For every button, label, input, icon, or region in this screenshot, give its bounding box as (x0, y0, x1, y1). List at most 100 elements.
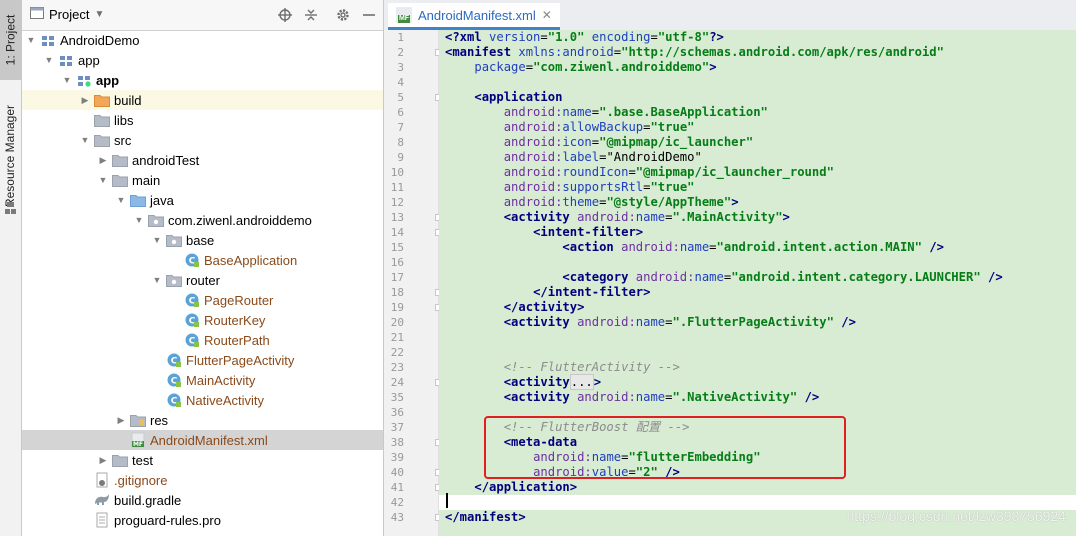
code-token: <application (474, 90, 563, 104)
tree-item[interactable]: ▼ app (22, 50, 383, 70)
tree-item-label: AndroidDemo (60, 32, 140, 48)
code-line: <manifest xmlns:android="http://schemas.… (445, 45, 944, 60)
project-view-selector[interactable]: Project ▼ (30, 7, 104, 22)
tree-item[interactable]: build.gradle (22, 490, 383, 510)
tree-item[interactable]: ▼ router (22, 270, 383, 290)
tree-item[interactable]: C RouterPath (22, 330, 383, 350)
code-line: android:theme="@style/AppTheme"> (445, 195, 739, 210)
code-token: name (694, 270, 724, 284)
code-token: value (591, 465, 629, 479)
chevron-down-icon[interactable]: ▼ (98, 175, 108, 185)
tree-item[interactable]: ▼ main (22, 170, 383, 190)
tab-android-manifest[interactable]: MF AndroidManifest.xml ✕ (388, 3, 560, 30)
tree-item[interactable]: .gitignore (22, 470, 383, 490)
code-view[interactable]: <?xml version="1.0" encoding="utf-8"?> <m… (439, 30, 1076, 536)
code-line: android:allowBackup="true" (445, 120, 695, 135)
tree-item[interactable]: C PageRouter (22, 290, 383, 310)
tree-item[interactable]: ▼ java (22, 190, 383, 210)
gear-icon[interactable] (334, 6, 352, 24)
code-token: /> (804, 390, 820, 404)
tree-item[interactable]: C BaseApplication (22, 250, 383, 270)
chevron-right-icon[interactable]: ▶ (80, 95, 90, 105)
hide-icon[interactable] (360, 6, 378, 24)
package-icon (166, 272, 182, 288)
code-token: "flutterEmbedding" (628, 450, 761, 464)
tree-item[interactable]: ▼ com.ziwenl.androiddemo (22, 210, 383, 230)
tree-item-label: res (150, 412, 169, 428)
code-line: android:value="2" /> (445, 465, 680, 480)
line-number-gutter: 1 2 3 4 5 6 7 8 9 10 11 12 13 14 15 16 17 18 19 20 21 22 23 24 3… (384, 30, 442, 536)
code-token: <activity (503, 390, 578, 404)
chevron-right-icon[interactable]: ▶ (116, 415, 126, 425)
tree-item[interactable]: C NativeActivity (22, 390, 383, 410)
chevron-down-icon[interactable]: ▼ (80, 135, 90, 145)
tree-item[interactable]: ▼ AndroidDemo (22, 30, 383, 50)
code-token: /> (929, 240, 944, 254)
package-icon (166, 232, 182, 248)
line-number: 8 (397, 136, 404, 149)
code-token: supportsRtl (562, 180, 644, 194)
chevron-down-icon[interactable]: ▼ (26, 35, 36, 45)
line-number: 40 (390, 466, 404, 479)
crosshair-icon[interactable] (276, 6, 294, 24)
tree-item[interactable]: ▼ base (22, 230, 383, 250)
tree-item-label: PageRouter (204, 292, 274, 308)
tree-item[interactable]: ▼ src (22, 130, 383, 150)
code-token: "@mipmap/ic_launcher" (599, 135, 754, 149)
module-icon (58, 52, 74, 68)
code-token: <!-- FlutterActivity --> (503, 360, 680, 374)
code-token: </intent-filter> (533, 285, 651, 299)
chevron-down-icon[interactable]: ▼ (152, 235, 162, 245)
code-token: > (782, 210, 790, 224)
code-token: ".MainActivity" (672, 210, 783, 224)
code-token: <category (562, 270, 636, 284)
folder-icon (112, 152, 128, 168)
code-line: <category android:name="android.intent.c… (445, 270, 1002, 285)
project-view-title: Project (49, 7, 90, 22)
tree-item[interactable]: libs (22, 110, 383, 130)
chevron-down-icon[interactable]: ▼ (116, 195, 126, 205)
folded-placeholder[interactable]: ... (569, 374, 594, 390)
tree-item[interactable]: C RouterKey (22, 310, 383, 330)
code-token: <meta-data (503, 435, 578, 449)
code-token: name (635, 210, 666, 224)
line-number: 22 (390, 346, 404, 359)
tree-item[interactable]: ▼ app (22, 70, 383, 90)
chevron-right-icon[interactable]: ▶ (98, 155, 108, 165)
tree-item[interactable]: C MainActivity (22, 370, 383, 390)
line-number: 14 (390, 226, 404, 239)
code-line: <activity...> (445, 374, 601, 390)
line-number: 4 (397, 76, 404, 89)
code-token: ".FlutterPageActivity" (672, 315, 834, 329)
chevron-down-icon[interactable]: ▼ (62, 75, 72, 85)
tree-item-label: app (78, 52, 100, 68)
tree-item[interactable]: ▶ test (22, 450, 383, 470)
tree-item[interactable]: ▶ res (22, 410, 383, 430)
tree-item[interactable]: proguard-rules.pro (22, 510, 383, 530)
tree-item[interactable]: ▶ build (22, 90, 383, 110)
tool-tab-project[interactable]: 1: Project (0, 0, 21, 80)
code-token: encoding (591, 30, 651, 44)
tree-item[interactable]: C FlutterPageActivity (22, 350, 383, 370)
close-icon[interactable]: ✕ (542, 8, 552, 22)
code-line: <application (445, 90, 562, 105)
tree-item[interactable]: MF AndroidManifest.xml (22, 430, 383, 450)
code-token: = (613, 45, 622, 59)
code-token: "android.intent.category.LAUNCHER" (731, 270, 981, 284)
chevron-right-icon[interactable]: ▶ (98, 455, 108, 465)
chevron-down-icon[interactable]: ▼ (152, 275, 162, 285)
tree-item-label: build (114, 92, 142, 108)
code-token: name (635, 315, 666, 329)
collapse-icon[interactable] (302, 6, 320, 24)
code-token: name (679, 240, 710, 254)
line-number: 24 (390, 376, 404, 389)
chevron-down-icon[interactable]: ▼ (44, 55, 54, 65)
tree-item[interactable]: ▶ androidTest (22, 150, 383, 170)
line-number: 42 (390, 496, 404, 509)
chevron-down-icon[interactable]: ▼ (134, 215, 144, 225)
